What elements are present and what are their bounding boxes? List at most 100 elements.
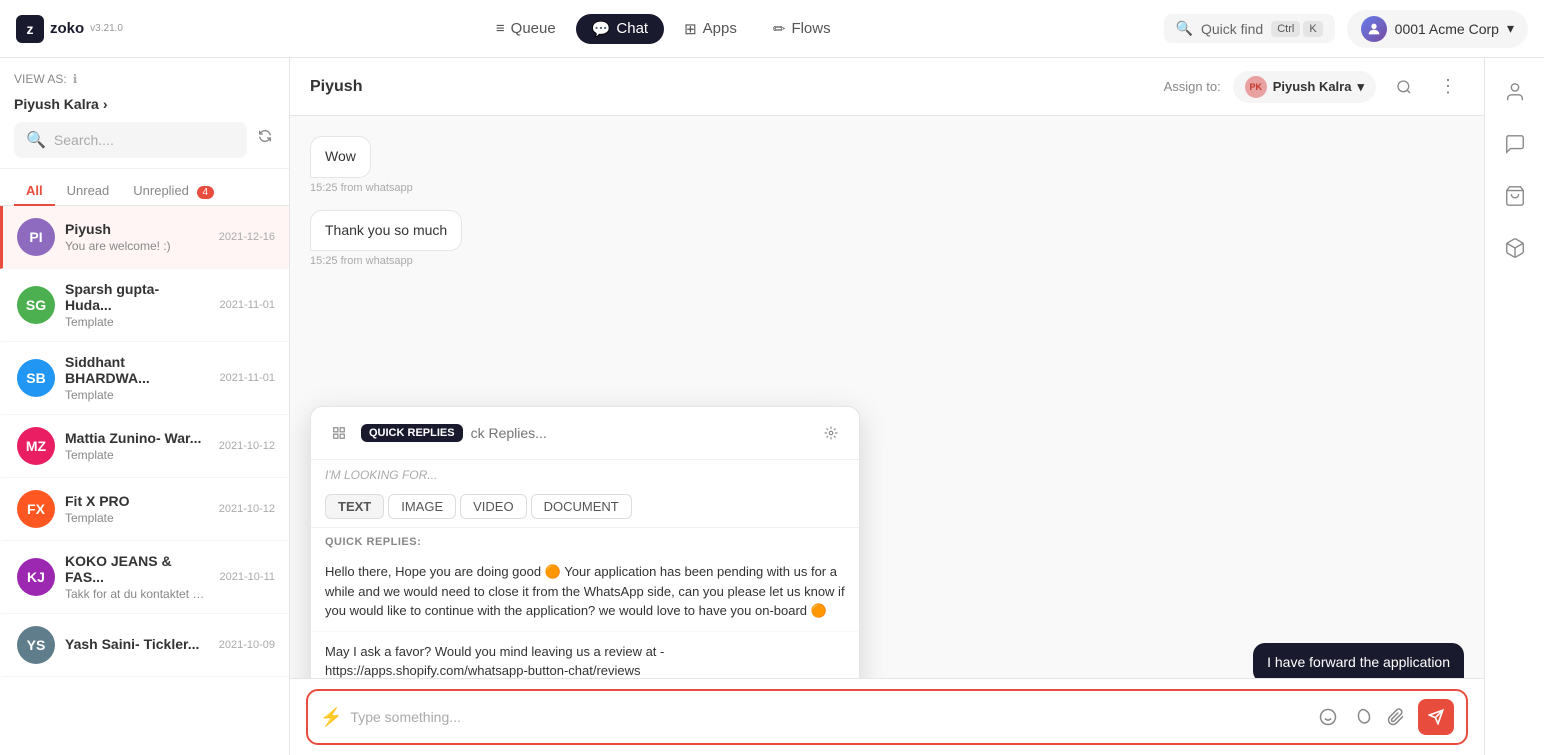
assignee-name: Piyush Kalra <box>1273 79 1352 94</box>
contacts-list: PI Piyush You are welcome! :) 2021-12-16… <box>0 206 289 755</box>
contact-info-siddhant: Siddhant BHARDWA... Template <box>65 354 210 402</box>
refresh-btn[interactable] <box>255 122 275 150</box>
contact-name-yash: Yash Saini- Tickler... <box>65 636 209 652</box>
qr-looking-label: I'M LOOKING FOR... <box>311 460 859 486</box>
qr-type-tabs: TEXT IMAGE VIDEO DOCUMENT <box>311 486 859 528</box>
qr-tab-text[interactable]: TEXT <box>325 494 384 519</box>
account-btn[interactable]: 0001 Acme Corp ▾ <box>1347 10 1528 48</box>
nav-queue[interactable]: ≡ Queue <box>480 14 572 44</box>
quick-find-btn[interactable]: 🔍 Quick find Ctrl K <box>1164 14 1335 43</box>
sidebar-header: VIEW AS: ℹ Piyush Kalra › 🔍 <box>0 58 289 169</box>
nav-chat[interactable]: 💬 Chat <box>576 14 664 44</box>
nav-apps[interactable]: ⊞ Apps <box>668 14 753 44</box>
quick-replies-popup: QUICK REPLIES I'M LOOKING FOR... TEXT IM… <box>310 406 860 678</box>
chat-header: Piyush Assign to: PK Piyush Kalra ▾ ⋮ <box>290 58 1484 116</box>
view-as-name[interactable]: Piyush Kalra › <box>14 96 275 112</box>
view-as-label: VIEW AS: <box>14 72 67 86</box>
contact-meta-mattia: 2021-10-12 <box>219 440 275 452</box>
contact-info-fitx: Fit X PRO Template <box>65 493 209 525</box>
qr-tab-document[interactable]: DOCUMENT <box>531 494 632 519</box>
contact-preview-fitx: Template <box>65 511 209 525</box>
attach-btn[interactable] <box>1382 703 1410 731</box>
qr-icon-right[interactable] <box>817 419 845 447</box>
contact-avatar-koko: KJ <box>17 558 55 596</box>
nav-queue-label: Queue <box>511 20 556 37</box>
sticker-btn[interactable] <box>1348 703 1376 731</box>
qr-tab-video[interactable]: VIDEO <box>460 494 526 519</box>
contact-name-koko: KOKO JEANS & FAS... <box>65 553 210 585</box>
contact-item-siddhant[interactable]: SB Siddhant BHARDWA... Template 2021-11-… <box>0 342 289 415</box>
contact-date-piyush: 2021-12-16 <box>219 231 275 243</box>
chat-area: Piyush Assign to: PK Piyush Kalra ▾ ⋮ Wo <box>290 58 1484 755</box>
kbd-ctrl: Ctrl <box>1271 21 1300 37</box>
contact-preview-koko: Takk for at du kontaktet KOKO JEA... <box>65 587 210 601</box>
search-input[interactable] <box>54 132 235 148</box>
cube-icon-btn[interactable] <box>1497 230 1533 266</box>
contact-item-koko[interactable]: KJ KOKO JEANS & FAS... Takk for at du ko… <box>0 541 289 614</box>
tab-all[interactable]: All <box>14 177 55 206</box>
flows-icon: ✏ <box>773 20 786 38</box>
contact-avatar-mattia: MZ <box>17 427 55 465</box>
msg-thankyou: Thank you so much <box>310 210 462 252</box>
contact-info-sparsh: Sparsh gupta- Huda... Template <box>65 281 210 329</box>
qr-badge: QUICK REPLIES <box>361 424 463 442</box>
assign-btn[interactable]: PK Piyush Kalra ▾ <box>1233 71 1376 103</box>
send-btn[interactable] <box>1418 699 1454 735</box>
contact-name-piyush: Piyush <box>65 221 209 237</box>
more-options-btn[interactable]: ⋮ <box>1432 71 1464 103</box>
chat-input-area: ⚡ <box>290 678 1484 755</box>
contact-preview-piyush: You are welcome! :) <box>65 239 209 253</box>
contact-meta-fitx: 2021-10-12 <box>219 503 275 515</box>
qr-item-2[interactable]: May I ask a favor? Would you mind leavin… <box>311 632 859 679</box>
chevron-right-icon: › <box>103 96 108 112</box>
nav-flows[interactable]: ✏ Flows <box>757 14 847 44</box>
info-icon: ℹ <box>73 72 78 86</box>
search-chat-btn[interactable] <box>1388 71 1420 103</box>
msg-wow-timestamp: 15:25 from whatsapp <box>310 182 413 194</box>
msg-forward: I have forward the application <box>1253 643 1464 678</box>
app-name: zoko <box>50 20 84 37</box>
qr-search-input[interactable] <box>471 425 809 441</box>
message-icon-btn[interactable] <box>1497 126 1533 162</box>
emoji-btn[interactable] <box>1314 703 1342 731</box>
tab-unreplied[interactable]: Unreplied 4 <box>121 177 226 206</box>
qr-item-1[interactable]: Hello there, Hope you are doing good 🟠 Y… <box>311 552 859 632</box>
contact-date-yash: 2021-10-09 <box>219 639 275 651</box>
contact-meta-sparsh: 2021-11-01 <box>220 299 275 311</box>
view-as: VIEW AS: ℹ <box>14 72 275 86</box>
quick-find-label: Quick find <box>1201 21 1263 37</box>
msg-thankyou-timestamp: 15:25 from whatsapp <box>310 255 413 267</box>
bag-icon-btn[interactable] <box>1497 178 1533 214</box>
user-name-label: Piyush Kalra <box>14 96 99 112</box>
kbd-shortcut: Ctrl K <box>1271 21 1322 37</box>
contact-item-piyush[interactable]: PI Piyush You are welcome! :) 2021-12-16 <box>0 206 289 269</box>
contact-info-mattia: Mattia Zunino- War... Template <box>65 430 209 462</box>
qr-icon-left[interactable] <box>325 419 353 447</box>
account-name: 0001 Acme Corp <box>1395 21 1499 37</box>
lightning-icon[interactable]: ⚡ <box>320 707 342 728</box>
contact-item-yash[interactable]: YS Yash Saini- Tickler... 2021-10-09 <box>0 614 289 677</box>
profile-icon-btn[interactable] <box>1497 74 1533 110</box>
nav-right: 🔍 Quick find Ctrl K 0001 Acme Corp ▾ <box>1164 10 1528 48</box>
qr-items: Hello there, Hope you are doing good 🟠 Y… <box>311 552 859 678</box>
contact-info-koko: KOKO JEANS & FAS... Takk for at du konta… <box>65 553 210 601</box>
input-row: ⚡ <box>306 689 1468 745</box>
input-icons <box>1314 703 1410 731</box>
message-input[interactable] <box>350 709 1306 725</box>
msg-group-wow: Wow 15:25 from whatsapp <box>310 136 1464 202</box>
apps-icon: ⊞ <box>684 20 697 38</box>
logo-icon: z <box>27 21 34 37</box>
tab-unread[interactable]: Unread <box>55 177 122 206</box>
contact-meta-koko: 2021-10-11 <box>220 571 275 583</box>
contact-name-mattia: Mattia Zunino- War... <box>65 430 209 446</box>
search-bar: 🔍 <box>14 122 247 158</box>
contact-item-fitx[interactable]: FX Fit X PRO Template 2021-10-12 <box>0 478 289 541</box>
account-avatar <box>1361 16 1387 42</box>
chat-header-actions: Assign to: PK Piyush Kalra ▾ ⋮ <box>1164 71 1464 103</box>
qr-tab-image[interactable]: IMAGE <box>388 494 456 519</box>
chevron-down-icon: ▾ <box>1507 20 1514 37</box>
contact-date-koko: 2021-10-11 <box>220 571 275 583</box>
contact-item-sparsh[interactable]: SG Sparsh gupta- Huda... Template 2021-1… <box>0 269 289 342</box>
app-version: v3.21.0 <box>90 23 123 34</box>
contact-item-mattia[interactable]: MZ Mattia Zunino- War... Template 2021-1… <box>0 415 289 478</box>
